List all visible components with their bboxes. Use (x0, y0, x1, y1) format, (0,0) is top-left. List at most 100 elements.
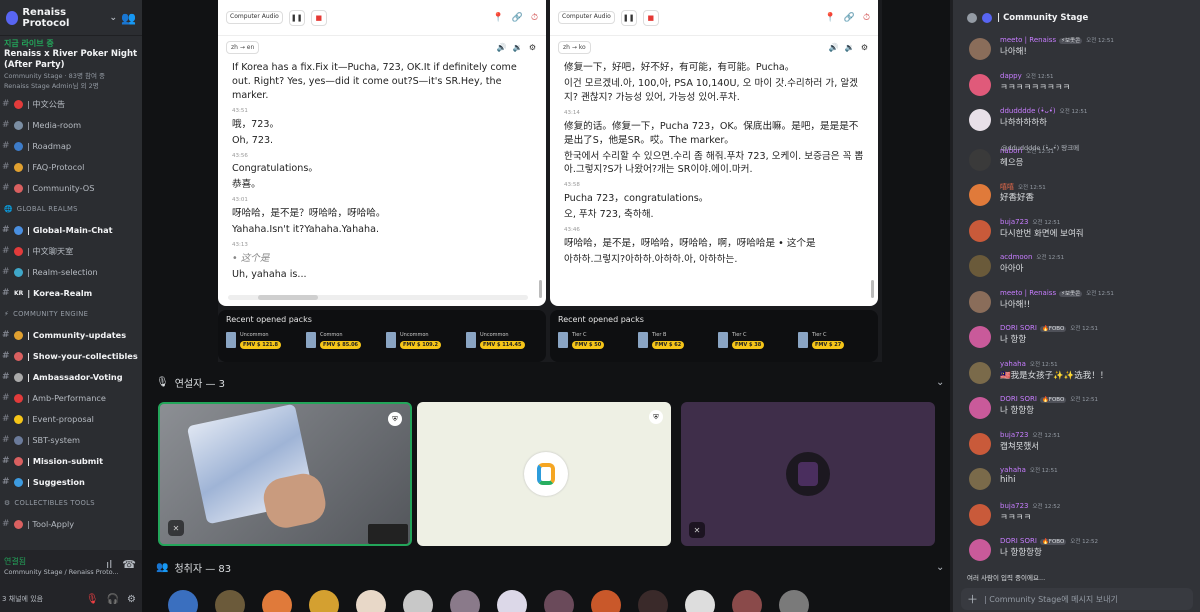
horizontal-scrollbar[interactable] (228, 295, 528, 300)
volume-icon[interactable]: 🔊 (829, 43, 839, 52)
chat-message[interactable]: buja723 오전 12:51 캡쳐못했서 (969, 431, 1197, 463)
category-global-realms[interactable]: 🌐 GLOBAL REALMS (0, 199, 142, 220)
username[interactable]: yahaha (1000, 466, 1026, 474)
channel-item[interactable]: # | Event-proposal (0, 409, 142, 430)
channel-item[interactable]: # | SBT-system (0, 430, 142, 451)
username[interactable]: buja723 (1000, 502, 1028, 510)
pin-icon[interactable]: 📍 (825, 13, 836, 23)
link-icon[interactable]: 🔗 (512, 13, 523, 23)
speaker-tile-logo[interactable]: ⛨ (417, 402, 671, 546)
pause-button[interactable]: ❚❚ (288, 9, 305, 26)
audience-avatar[interactable] (403, 590, 433, 612)
volume-icon[interactable]: 🔊 (497, 43, 507, 52)
settings-icon[interactable]: ⚙ (861, 43, 868, 52)
plus-icon[interactable]: ＋ (967, 591, 978, 607)
chat-message[interactable]: DORI SORI 🔥FOBO 오전 12:52 나 항항항항 (969, 537, 1197, 569)
chat-message[interactable]: acdmoon 오전 12:51 아아아 (969, 253, 1197, 285)
channel-item[interactable]: # | Roadmap (0, 136, 142, 157)
username[interactable]: DORI SORI (1000, 537, 1037, 545)
channel-item[interactable]: # | Tool-Apply (0, 514, 142, 535)
link-icon[interactable]: 🔗 (844, 13, 855, 23)
audience-avatar[interactable] (262, 590, 292, 612)
user-avatar[interactable] (969, 432, 991, 455)
audience-avatar[interactable] (309, 590, 339, 612)
add-member-icon[interactable]: 👥 (121, 11, 136, 25)
chat-message[interactable]: dappy 오전 12:51 ㅋㅋㅋㅋㅋㅋㅋㅋㅋ (969, 72, 1197, 104)
audience-avatar[interactable] (591, 590, 621, 612)
user-avatar[interactable] (969, 255, 991, 277)
language-select[interactable]: zh → en (226, 41, 260, 54)
stop-button[interactable]: ■ (642, 9, 659, 26)
headphones-icon[interactable]: 🎧 (107, 594, 119, 605)
channel-item[interactable]: # | FAQ-Protocol (0, 157, 142, 178)
user-avatar[interactable] (969, 361, 991, 384)
category-community-engine[interactable]: ⚡ COMMUNITY ENGINE (0, 304, 142, 325)
channel-item[interactable]: # | Global-Main-Chat (0, 220, 142, 241)
user-avatar[interactable] (969, 184, 991, 206)
audience-avatar[interactable] (450, 590, 480, 612)
channel-item[interactable]: # | Realm-selection (0, 262, 142, 283)
username[interactable]: meeto | Renaiss (1000, 36, 1056, 44)
user-avatar[interactable] (969, 539, 991, 561)
user-avatar[interactable] (969, 73, 991, 96)
settings-icon[interactable]: ⚙ (127, 594, 136, 605)
pack-card[interactable]: Uncommon FMV $ 109.2 (386, 332, 456, 358)
audience-avatar[interactable] (544, 590, 574, 612)
chat-message[interactable]: yahaha 오전 12:51 hihi (969, 466, 1197, 498)
channel-item[interactable]: # | Community-OS (0, 178, 142, 199)
audience-avatar[interactable] (732, 590, 762, 612)
chat-message[interactable]: buja723 오전 12:51 다시한번 화면에 보여줘 (969, 218, 1197, 250)
chat-message[interactable]: ddudddde (•̀ᴗ•́) 오전 12:51 나하하하하하 (969, 107, 1197, 139)
pack-card[interactable]: Common FMV $ 85.06 (306, 332, 376, 358)
language-select[interactable]: zh → ko (558, 41, 591, 54)
audio-source-select[interactable]: Computer Audio (226, 11, 283, 24)
pack-card[interactable]: Uncommon FMV $ 114.45 (466, 332, 536, 358)
user-avatar[interactable] (969, 468, 991, 490)
username[interactable]: acdmoon (1000, 253, 1032, 261)
channel-item[interactable]: # | Suggestion (0, 472, 142, 493)
audience-avatar[interactable] (168, 590, 198, 612)
username[interactable]: DORI SORI (1000, 395, 1037, 403)
user-avatar[interactable] (969, 38, 991, 60)
message-input[interactable]: ＋ | Community Stage에 메시지 보내기 (961, 588, 1193, 610)
pack-card[interactable]: Tier C FMV $ 27 (798, 332, 868, 358)
audience-avatar[interactable] (638, 590, 668, 612)
vertical-scrollbar[interactable] (871, 280, 874, 298)
chevron-down-icon[interactable]: ⌄ (110, 13, 118, 23)
reply-preview[interactable]: @ddudddde (•̀ᴗ•́) 땅크메 (1001, 142, 1079, 152)
username[interactable]: buja723 (1000, 431, 1028, 439)
chevron-down-icon[interactable]: ⌄ (936, 562, 944, 573)
chat-message[interactable]: DORI SORI 🔥FOBO 오전 12:51 나 항항항 (969, 395, 1197, 427)
stop-button[interactable]: ■ (310, 9, 327, 26)
audience-avatar[interactable] (685, 590, 715, 612)
tts-icon[interactable]: 🔉 (513, 43, 523, 52)
category-collectibles-tools[interactable]: ⚙ COLLECTIBLES TOOLS (0, 493, 142, 514)
user-avatar[interactable] (969, 397, 991, 419)
pack-card[interactable]: Tier C FMV $ 38 (718, 332, 788, 358)
chevron-down-icon[interactable]: ⌄ (936, 377, 944, 388)
channel-item[interactable]: # KR | Korea-Realm (0, 283, 142, 304)
channel-item[interactable]: # | Media-room (0, 115, 142, 136)
pause-button[interactable]: ❚❚ (620, 9, 637, 26)
chat-message[interactable]: yahaha 오전 12:51 🇲🇾我是女孩子✨✨选我！！ (969, 360, 1197, 392)
pack-card[interactable]: Uncommon FMV $ 121.8 (226, 332, 296, 358)
soundwave-icon[interactable]: ıl (106, 558, 112, 571)
audience-avatar[interactable] (215, 590, 245, 612)
timer-icon[interactable]: ⏱ (531, 13, 538, 23)
channel-item[interactable]: # | 中文聊天室 (0, 241, 142, 262)
user-avatar[interactable] (969, 290, 991, 313)
username[interactable]: dappy (1000, 72, 1022, 80)
chat-message[interactable]: DORI SORI 🔥FOBO 오전 12:51 나 항항 (969, 324, 1197, 356)
audience-avatar[interactable] (356, 590, 386, 612)
user-avatar[interactable] (969, 148, 991, 171)
audience-avatar[interactable] (497, 590, 527, 612)
speaker-tile-avatar[interactable]: ✕ (681, 402, 935, 546)
user-avatar[interactable] (969, 219, 991, 242)
disconnect-icon[interactable]: ☎ (122, 558, 136, 571)
user-avatar[interactable] (969, 503, 991, 526)
username[interactable]: yahaha (1000, 360, 1026, 368)
settings-icon[interactable]: ⚙ (529, 43, 536, 52)
username[interactable]: buja723 (1000, 218, 1028, 226)
chat-message[interactable]: 嘻嘻 오전 12:51 好香好香 (969, 182, 1197, 214)
channel-item[interactable]: # | Amb-Performance (0, 388, 142, 409)
